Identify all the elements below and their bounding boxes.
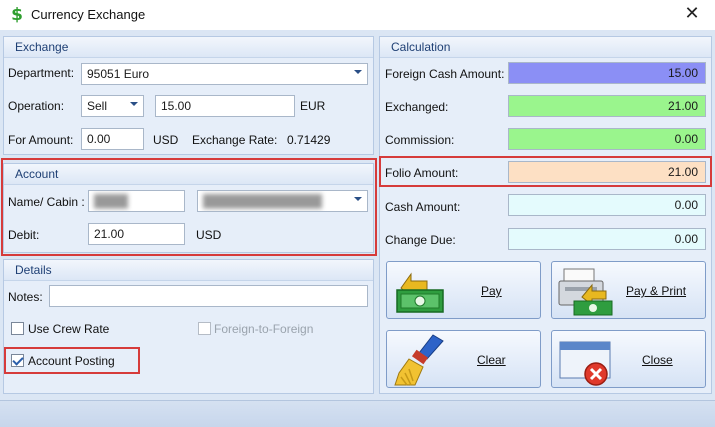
exchange-header: Exchange bbox=[15, 40, 69, 54]
commission-label: Commission: bbox=[385, 133, 455, 147]
title-bar: $ Currency Exchange ✕ bbox=[0, 0, 715, 30]
operation-value: Sell bbox=[87, 99, 108, 113]
pay-label: Pay bbox=[481, 284, 502, 298]
chevron-down-icon bbox=[354, 197, 362, 201]
notes-label: Notes: bbox=[8, 290, 43, 304]
account-posting-label: Account Posting bbox=[28, 354, 115, 368]
name-cabin-label: Name/ Cabin : bbox=[8, 195, 85, 209]
calculation-header: Calculation bbox=[391, 40, 451, 54]
close-icon[interactable]: ✕ bbox=[669, 0, 715, 30]
details-header: Details bbox=[15, 263, 52, 277]
cash-amount-value: 0.00 bbox=[508, 194, 706, 216]
folio-amount-value: 21.00 bbox=[508, 161, 706, 183]
change-due-value: 0.00 bbox=[508, 228, 706, 250]
department-label: Department: bbox=[8, 66, 75, 80]
cash-amount-label: Cash Amount: bbox=[385, 200, 461, 214]
foreign-to-foreign-label: Foreign-to-Foreign bbox=[214, 322, 314, 336]
cash-icon bbox=[396, 272, 444, 313]
foreign-to-foreign-checkbox[interactable] bbox=[198, 322, 211, 335]
for-amount-currency: USD bbox=[153, 133, 179, 147]
operation-select[interactable]: Sell bbox=[81, 95, 144, 117]
status-bar bbox=[0, 400, 715, 427]
debit-label: Debit: bbox=[8, 228, 40, 242]
amount-input[interactable]: 15.00 bbox=[155, 95, 295, 117]
for-amount-input[interactable]: 0.00 bbox=[81, 128, 144, 150]
foreign-cash-amount-label: Foreign Cash Amount: bbox=[385, 67, 505, 81]
chevron-down-icon bbox=[354, 70, 362, 74]
pay-button[interactable]: Pay bbox=[386, 261, 541, 319]
operation-label: Operation: bbox=[8, 99, 65, 113]
account-posting-checkbox[interactable] bbox=[11, 354, 24, 367]
pay-and-print-button[interactable]: Pay & Print bbox=[551, 261, 706, 319]
exchange-rate-value: 0.71429 bbox=[287, 133, 331, 147]
window-title: Currency Exchange bbox=[31, 7, 146, 22]
department-value: 95051 Euro bbox=[87, 67, 150, 81]
close-button[interactable]: Close bbox=[551, 330, 706, 388]
dollar-icon: $ bbox=[11, 5, 23, 25]
cabin-select[interactable]: ██████████████ bbox=[197, 190, 368, 212]
printer-cash-icon bbox=[558, 268, 613, 316]
exchanged-value: 21.00 bbox=[508, 95, 706, 117]
exchange-rate-label: Exchange Rate: bbox=[192, 133, 278, 147]
foreign-cash-amount-value: 15.00 bbox=[508, 62, 706, 84]
for-amount-label: For Amount: bbox=[8, 133, 74, 147]
commission-value: 0.00 bbox=[508, 128, 706, 150]
redacted-text: ██████████████ bbox=[203, 194, 323, 208]
pay-and-print-label: Pay & Print bbox=[626, 284, 687, 298]
window-close-icon bbox=[559, 341, 611, 386]
debit-input[interactable]: 21.00 bbox=[88, 223, 185, 245]
broom-icon bbox=[394, 334, 444, 386]
chevron-down-icon bbox=[130, 102, 138, 106]
folio-amount-label: Folio Amount: bbox=[385, 166, 459, 180]
close-label: Close bbox=[642, 353, 673, 367]
change-due-label: Change Due: bbox=[385, 233, 456, 247]
use-crew-rate-label: Use Crew Rate bbox=[28, 322, 110, 336]
notes-input[interactable] bbox=[49, 285, 368, 307]
name-cabin-input[interactable]: ████ bbox=[88, 190, 185, 212]
debit-currency: USD bbox=[196, 228, 222, 242]
use-crew-rate-checkbox[interactable] bbox=[11, 322, 24, 335]
clear-label: Clear bbox=[477, 353, 506, 367]
redacted-text: ████ bbox=[94, 194, 129, 208]
currency-label: EUR bbox=[300, 99, 326, 113]
clear-button[interactable]: Clear bbox=[386, 330, 541, 388]
account-header: Account bbox=[15, 167, 59, 181]
department-select[interactable]: 95051 Euro bbox=[81, 63, 368, 85]
exchanged-label: Exchanged: bbox=[385, 100, 449, 114]
